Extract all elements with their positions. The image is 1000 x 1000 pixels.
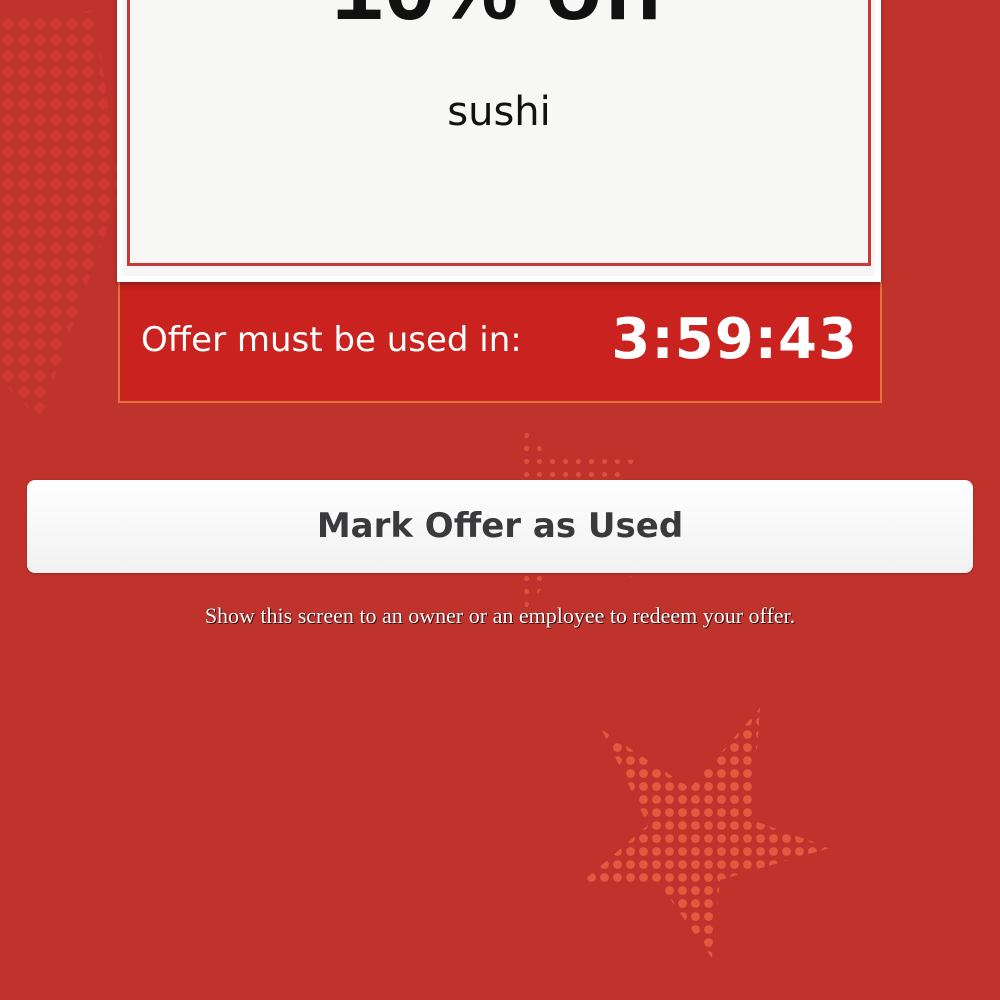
offer-item: sushi: [447, 89, 551, 135]
offer-headline: 10% off: [130, 0, 868, 34]
countdown-timer: 3:59:43: [611, 307, 858, 372]
offer-card: 10% off sushi: [117, 0, 881, 282]
timer-label: Offer must be used in:: [141, 320, 522, 360]
offer-card-inner-border: 10% off sushi: [127, 0, 871, 266]
redeem-instructions: Show this screen to an owner or an emplo…: [204, 603, 796, 628]
halftone-star-icon: [582, 708, 830, 958]
offer-timer-bar: Offer must be used in: 3:59:43: [118, 282, 882, 403]
mark-offer-used-button[interactable]: Mark Offer as Used: [27, 480, 973, 573]
halftone-star-icon: [0, 10, 120, 420]
